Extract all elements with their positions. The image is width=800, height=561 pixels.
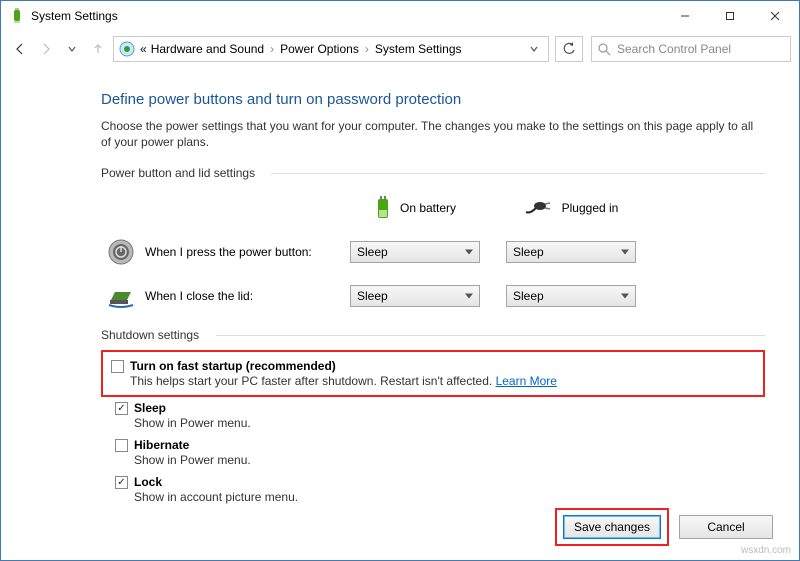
page-title: Define power buttons and turn on passwor… — [101, 91, 765, 108]
recent-locations-button[interactable] — [61, 38, 83, 60]
power-options-icon — [9, 8, 25, 24]
row-label: When I press the power button: — [145, 245, 312, 259]
section-power-title: Power button and lid settings — [101, 166, 765, 180]
plug-icon — [524, 200, 554, 216]
power-table: On battery Plugged in — [101, 186, 765, 318]
page-intro: Choose the power settings that you want … — [101, 118, 765, 150]
fast-startup-desc: This helps start your PC faster after sh… — [130, 374, 492, 388]
titlebar: System Settings — [1, 1, 799, 31]
breadcrumb-prefix[interactable]: « — [140, 42, 147, 56]
hibernate-label: Hibernate — [134, 438, 189, 452]
window-title: System Settings — [31, 9, 118, 23]
footer-buttons: Save changes Cancel — [555, 508, 773, 546]
hibernate-desc: Show in Power menu. — [134, 453, 765, 467]
forward-button[interactable] — [35, 38, 57, 60]
row-power-button: When I press the power button: Sleep Sle… — [101, 230, 765, 274]
maximize-button[interactable] — [707, 2, 752, 30]
fast-startup-checkbox[interactable] — [111, 360, 124, 373]
column-plugged-in: Plugged in — [503, 200, 639, 216]
save-highlight: Save changes — [555, 508, 669, 546]
row-close-lid: When I close the lid: Sleep Sleep — [101, 274, 765, 318]
lid-icon — [107, 282, 135, 310]
option-sleep: ✓ Sleep Show in Power menu. — [101, 397, 765, 434]
sleep-desc: Show in Power menu. — [134, 416, 765, 430]
shutdown-settings: Turn on fast startup (recommended) This … — [101, 350, 765, 508]
breadcrumb-item[interactable]: Hardware and Sound — [151, 42, 264, 56]
control-panel-icon — [118, 40, 136, 58]
up-button[interactable] — [87, 38, 109, 60]
lock-label: Lock — [134, 475, 162, 489]
search-input[interactable]: Search Control Panel — [591, 36, 791, 62]
close-lid-plugged-select[interactable]: Sleep — [506, 285, 636, 307]
power-button-icon — [107, 238, 135, 266]
option-fast-startup: Turn on fast startup (recommended) This … — [107, 355, 759, 392]
address-bar[interactable]: « Hardware and Sound › Power Options › S… — [113, 36, 549, 62]
fast-startup-label: Turn on fast startup (recommended) — [130, 359, 336, 373]
back-button[interactable] — [9, 38, 31, 60]
section-shutdown-title: Shutdown settings — [101, 328, 765, 342]
power-button-battery-select[interactable]: Sleep — [350, 241, 480, 263]
minimize-button[interactable] — [662, 2, 707, 30]
breadcrumb-item[interactable]: System Settings — [375, 42, 462, 56]
hibernate-checkbox[interactable] — [115, 439, 128, 452]
learn-more-link[interactable]: Learn More — [496, 374, 557, 388]
chevron-right-icon: › — [363, 42, 371, 56]
content-area: Define power buttons and turn on passwor… — [1, 67, 799, 508]
sleep-label: Sleep — [134, 401, 166, 415]
cancel-button[interactable]: Cancel — [679, 515, 773, 539]
lock-desc: Show in account picture menu. — [134, 490, 765, 504]
power-button-plugged-select[interactable]: Sleep — [506, 241, 636, 263]
row-label: When I close the lid: — [145, 289, 253, 303]
battery-icon — [374, 195, 392, 221]
fast-startup-highlight: Turn on fast startup (recommended) This … — [101, 350, 765, 397]
option-hibernate: Hibernate Show in Power menu. — [101, 434, 765, 471]
lock-checkbox[interactable]: ✓ — [115, 476, 128, 489]
save-button[interactable]: Save changes — [563, 515, 661, 539]
chevron-right-icon: › — [268, 42, 276, 56]
watermark: wsxdn.com — [741, 545, 791, 556]
option-lock: ✓ Lock Show in account picture menu. — [101, 471, 765, 508]
close-button[interactable] — [752, 2, 797, 30]
search-icon — [598, 43, 611, 56]
address-dropdown[interactable] — [524, 37, 544, 61]
refresh-button[interactable] — [555, 36, 583, 62]
breadcrumb-item[interactable]: Power Options — [280, 42, 359, 56]
close-lid-battery-select[interactable]: Sleep — [350, 285, 480, 307]
sleep-checkbox[interactable]: ✓ — [115, 402, 128, 415]
nav-strip: « Hardware and Sound › Power Options › S… — [1, 31, 799, 67]
search-placeholder: Search Control Panel — [617, 42, 731, 56]
column-on-battery: On battery — [347, 195, 483, 221]
